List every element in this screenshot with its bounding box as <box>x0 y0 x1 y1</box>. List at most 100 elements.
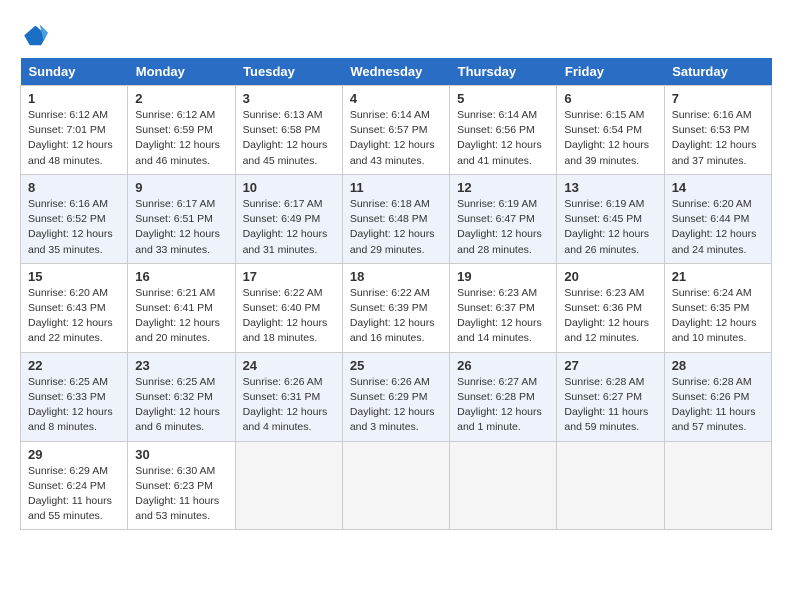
calendar-cell: 30 Sunrise: 6:30 AMSunset: 6:23 PMDayligh… <box>128 441 235 530</box>
calendar-cell: 21 Sunrise: 6:24 AMSunset: 6:35 PMDayligh… <box>664 263 771 352</box>
day-number: 9 <box>135 180 227 195</box>
cell-content: Sunrise: 6:23 AMSunset: 6:36 PMDaylight:… <box>564 286 656 347</box>
cell-content: Sunrise: 6:19 AMSunset: 6:47 PMDaylight:… <box>457 197 549 258</box>
calendar-cell: 9 Sunrise: 6:17 AMSunset: 6:51 PMDaylight… <box>128 174 235 263</box>
day-number: 3 <box>243 91 335 106</box>
day-number: 10 <box>243 180 335 195</box>
cell-content: Sunrise: 6:19 AMSunset: 6:45 PMDaylight:… <box>564 197 656 258</box>
day-number: 28 <box>672 358 764 373</box>
day-of-week-header: Friday <box>557 58 664 86</box>
day-number: 27 <box>564 358 656 373</box>
calendar-cell: 15Sunrise: 6:20 AMSunset: 6:43 PMDayligh… <box>21 263 128 352</box>
cell-content: Sunrise: 6:30 AMSunset: 6:23 PMDaylight:… <box>135 464 227 525</box>
cell-content: Sunrise: 6:18 AMSunset: 6:48 PMDaylight:… <box>350 197 442 258</box>
day-number: 15 <box>28 269 120 284</box>
logo-icon <box>20 20 48 48</box>
cell-content: Sunrise: 6:14 AMSunset: 6:57 PMDaylight:… <box>350 108 442 169</box>
day-of-week-header: Wednesday <box>342 58 449 86</box>
day-number: 19 <box>457 269 549 284</box>
day-number: 11 <box>350 180 442 195</box>
calendar-cell: 13 Sunrise: 6:19 AMSunset: 6:45 PMDayligh… <box>557 174 664 263</box>
calendar-cell: 20 Sunrise: 6:23 AMSunset: 6:36 PMDayligh… <box>557 263 664 352</box>
cell-content: Sunrise: 6:27 AMSunset: 6:28 PMDaylight:… <box>457 375 549 436</box>
calendar-cell: 3 Sunrise: 6:13 AMSunset: 6:58 PMDaylight… <box>235 86 342 175</box>
cell-content: Sunrise: 6:16 AMSunset: 6:52 PMDaylight:… <box>28 197 120 258</box>
cell-content: Sunrise: 6:17 AMSunset: 6:49 PMDaylight:… <box>243 197 335 258</box>
cell-content: Sunrise: 6:22 AMSunset: 6:40 PMDaylight:… <box>243 286 335 347</box>
calendar-cell: 25 Sunrise: 6:26 AMSunset: 6:29 PMDayligh… <box>342 352 449 441</box>
cell-content: Sunrise: 6:13 AMSunset: 6:58 PMDaylight:… <box>243 108 335 169</box>
day-of-week-header: Thursday <box>450 58 557 86</box>
day-number: 26 <box>457 358 549 373</box>
page-header <box>20 20 772 48</box>
cell-content: Sunrise: 6:23 AMSunset: 6:37 PMDaylight:… <box>457 286 549 347</box>
cell-content: Sunrise: 6:28 AMSunset: 6:27 PMDaylight:… <box>564 375 656 436</box>
calendar-cell: 8 Sunrise: 6:16 AMSunset: 6:52 PMDaylight… <box>21 174 128 263</box>
calendar-cell: 10 Sunrise: 6:17 AMSunset: 6:49 PMDayligh… <box>235 174 342 263</box>
cell-content: Sunrise: 6:24 AMSunset: 6:35 PMDaylight:… <box>672 286 764 347</box>
calendar-cell: 4 Sunrise: 6:14 AMSunset: 6:57 PMDaylight… <box>342 86 449 175</box>
calendar-cell: 1 Sunrise: 6:12 AMSunset: 7:01 PMDaylight… <box>21 86 128 175</box>
day-number: 30 <box>135 447 227 462</box>
calendar-cell: 24 Sunrise: 6:26 AMSunset: 6:31 PMDayligh… <box>235 352 342 441</box>
calendar-cell: 5Sunrise: 6:14 AMSunset: 6:56 PMDaylight… <box>450 86 557 175</box>
calendar-cell: 7Sunrise: 6:16 AMSunset: 6:53 PMDaylight… <box>664 86 771 175</box>
calendar-cell: 12 Sunrise: 6:19 AMSunset: 6:47 PMDayligh… <box>450 174 557 263</box>
calendar-cell <box>235 441 342 530</box>
calendar-week-row: 1 Sunrise: 6:12 AMSunset: 7:01 PMDaylight… <box>21 86 772 175</box>
calendar-cell <box>450 441 557 530</box>
day-number: 22 <box>28 358 120 373</box>
logo <box>20 20 52 48</box>
day-number: 29 <box>28 447 120 462</box>
calendar-cell: 19 Sunrise: 6:23 AMSunset: 6:37 PMDayligh… <box>450 263 557 352</box>
day-number: 17 <box>243 269 335 284</box>
day-number: 4 <box>350 91 442 106</box>
calendar-cell <box>664 441 771 530</box>
calendar-cell: 18 Sunrise: 6:22 AMSunset: 6:39 PMDayligh… <box>342 263 449 352</box>
day-number: 25 <box>350 358 442 373</box>
calendar-cell: 28 Sunrise: 6:28 AMSunset: 6:26 PMDayligh… <box>664 352 771 441</box>
cell-content: Sunrise: 6:15 AMSunset: 6:54 PMDaylight:… <box>564 108 656 169</box>
calendar-cell: 27 Sunrise: 6:28 AMSunset: 6:27 PMDayligh… <box>557 352 664 441</box>
day-number: 16 <box>135 269 227 284</box>
calendar-cell: 22 Sunrise: 6:25 AMSunset: 6:33 PMDayligh… <box>21 352 128 441</box>
calendar-cell: 6 Sunrise: 6:15 AMSunset: 6:54 PMDaylight… <box>557 86 664 175</box>
cell-content: Sunrise: 6:26 AMSunset: 6:31 PMDaylight:… <box>243 375 335 436</box>
cell-content: Sunrise: 6:25 AMSunset: 6:33 PMDaylight:… <box>28 375 120 436</box>
day-number: 13 <box>564 180 656 195</box>
day-number: 14 <box>672 180 764 195</box>
cell-content: Sunrise: 6:14 AMSunset: 6:56 PMDaylight:… <box>457 108 549 169</box>
cell-content: Sunrise: 6:22 AMSunset: 6:39 PMDaylight:… <box>350 286 442 347</box>
day-number: 20 <box>564 269 656 284</box>
day-number: 24 <box>243 358 335 373</box>
day-of-week-header: Monday <box>128 58 235 86</box>
cell-content: Sunrise: 6:16 AMSunset: 6:53 PMDaylight:… <box>672 108 764 169</box>
calendar-header: SundayMondayTuesdayWednesdayThursdayFrid… <box>21 58 772 86</box>
cell-content: Sunrise: 6:28 AMSunset: 6:26 PMDaylight:… <box>672 375 764 436</box>
day-number: 23 <box>135 358 227 373</box>
calendar-cell: 16 Sunrise: 6:21 AMSunset: 6:41 PMDayligh… <box>128 263 235 352</box>
cell-content: Sunrise: 6:29 AMSunset: 6:24 PMDaylight:… <box>28 464 120 525</box>
day-number: 2 <box>135 91 227 106</box>
cell-content: Sunrise: 6:20 AMSunset: 6:44 PMDaylight:… <box>672 197 764 258</box>
calendar-cell: 2 Sunrise: 6:12 AMSunset: 6:59 PMDaylight… <box>128 86 235 175</box>
calendar-cell: 17 Sunrise: 6:22 AMSunset: 6:40 PMDayligh… <box>235 263 342 352</box>
cell-content: Sunrise: 6:21 AMSunset: 6:41 PMDaylight:… <box>135 286 227 347</box>
cell-content: Sunrise: 6:12 AMSunset: 7:01 PMDaylight:… <box>28 108 120 169</box>
calendar-cell: 26 Sunrise: 6:27 AMSunset: 6:28 PMDayligh… <box>450 352 557 441</box>
day-number: 12 <box>457 180 549 195</box>
calendar-week-row: 15Sunrise: 6:20 AMSunset: 6:43 PMDayligh… <box>21 263 772 352</box>
day-number: 1 <box>28 91 120 106</box>
day-of-week-header: Tuesday <box>235 58 342 86</box>
cell-content: Sunrise: 6:12 AMSunset: 6:59 PMDaylight:… <box>135 108 227 169</box>
calendar-week-row: 22 Sunrise: 6:25 AMSunset: 6:33 PMDayligh… <box>21 352 772 441</box>
calendar-table: SundayMondayTuesdayWednesdayThursdayFrid… <box>20 58 772 530</box>
day-number: 21 <box>672 269 764 284</box>
day-number: 8 <box>28 180 120 195</box>
day-number: 18 <box>350 269 442 284</box>
day-number: 6 <box>564 91 656 106</box>
cell-content: Sunrise: 6:25 AMSunset: 6:32 PMDaylight:… <box>135 375 227 436</box>
cell-content: Sunrise: 6:26 AMSunset: 6:29 PMDaylight:… <box>350 375 442 436</box>
day-of-week-header: Sunday <box>21 58 128 86</box>
cell-content: Sunrise: 6:17 AMSunset: 6:51 PMDaylight:… <box>135 197 227 258</box>
